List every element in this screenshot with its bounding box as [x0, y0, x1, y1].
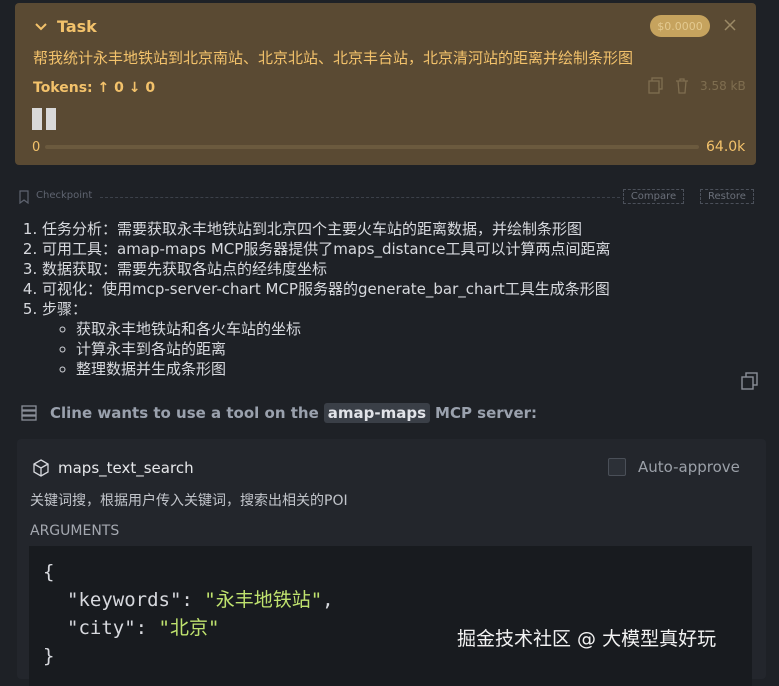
bookmark-icon [19, 190, 29, 204]
tokens-row: Tokens: ↑ 0 ↓ 0 [33, 80, 155, 96]
chevron-down-icon[interactable] [33, 19, 49, 35]
server-name: amap-maps [323, 403, 431, 423]
code-line: "keywords": "永丰地铁站", [67, 589, 334, 611]
tokens-label: Tokens: [33, 80, 93, 96]
task-header[interactable]: Task [33, 17, 97, 36]
watermark: 掘金技术社区 @ 大模型真好玩 [457, 628, 717, 650]
task-size: 3.58 kB [700, 78, 746, 93]
context-min: 0 [32, 140, 41, 155]
checkpoint-label: Checkpoint [36, 190, 93, 201]
tool-request-suffix: MCP server: [435, 404, 538, 422]
cube-icon [33, 459, 49, 477]
task-title: Task [57, 17, 97, 36]
plan-item-label: 步骤： [42, 300, 88, 318]
auto-approve[interactable]: Auto-approve [608, 458, 740, 476]
tool-header: maps_text_search [32, 459, 194, 477]
tool-request-header: Cline wants to use a tool on the amap-ma… [20, 403, 537, 423]
plan-item: 可视化：使用mcp-server-chart MCP服务器的generate_b… [42, 279, 611, 299]
checkpoint-row: Checkpoint Compare Restore [18, 189, 759, 205]
compare-button[interactable]: Compare [623, 189, 684, 204]
plan-item: 任务分析：需要获取永丰地铁站到北京四个主要火车站的距离数据，并绘制条形图 [42, 219, 611, 239]
plan-item: 数据获取：需要先获取各站点的经纬度坐标 [42, 259, 611, 279]
tokens-down: 0 [145, 80, 156, 96]
plan-list: 任务分析：需要获取永丰地铁站到北京四个主要火车站的距离数据，并绘制条形图 可用工… [20, 219, 611, 379]
auto-approve-checkbox[interactable] [608, 458, 626, 476]
task-tools: 3.58 kB [648, 77, 746, 94]
pause-icon[interactable] [31, 108, 59, 130]
copy-icon[interactable] [648, 77, 664, 94]
trash-icon[interactable] [674, 77, 690, 94]
tool-request-prefix: Cline wants to use a tool on the [50, 404, 319, 422]
tool-name: maps_text_search [58, 459, 194, 477]
arguments-label: ARGUMENTS [30, 523, 120, 539]
context-bar [45, 145, 699, 149]
restore-button[interactable]: Restore [700, 189, 754, 204]
code-line: { [43, 561, 55, 583]
context-max: 64.0k [706, 139, 746, 155]
cost-badge: $0.0000 [650, 15, 710, 37]
auto-approve-label: Auto-approve [638, 458, 740, 476]
substep-item: 整理数据并生成条形图 [76, 359, 611, 379]
task-description: 帮我统计永丰地铁站到北京南站、北京北站、北京丰台站，北京清河站的距离并绘制条形图 [33, 49, 634, 67]
substep-list: 获取永丰地铁站和各火车站的坐标 计算永丰到各站的距离 整理数据并生成条形图 [42, 319, 611, 379]
server-icon [21, 405, 37, 421]
tool-description: 关键词搜，根据用户传入关键词，搜索出相关的POI [30, 493, 348, 509]
close-icon[interactable] [722, 17, 738, 33]
plan-item: 可用工具：amap-maps MCP服务器提供了maps_distance工具可… [42, 239, 611, 259]
task-panel: Task $0.0000 帮我统计永丰地铁站到北京南站、北京北站、北京丰台站，北… [15, 3, 756, 165]
arrow-down-icon: ↓ [128, 80, 141, 96]
tokens-up: 0 [114, 80, 124, 96]
checkpoint-divider [100, 197, 620, 198]
copy-icon[interactable] [741, 372, 759, 390]
arrow-up-icon: ↑ [97, 80, 110, 96]
arguments-code: { "keywords": "永丰地铁站", "city": "北京" } [29, 546, 752, 686]
substep-item: 计算永丰到各站的距离 [76, 339, 611, 359]
plan-item: 步骤： 获取永丰地铁站和各火车站的坐标 计算永丰到各站的距离 整理数据并生成条形… [42, 299, 611, 379]
substep-item: 获取永丰地铁站和各火车站的坐标 [76, 319, 611, 339]
